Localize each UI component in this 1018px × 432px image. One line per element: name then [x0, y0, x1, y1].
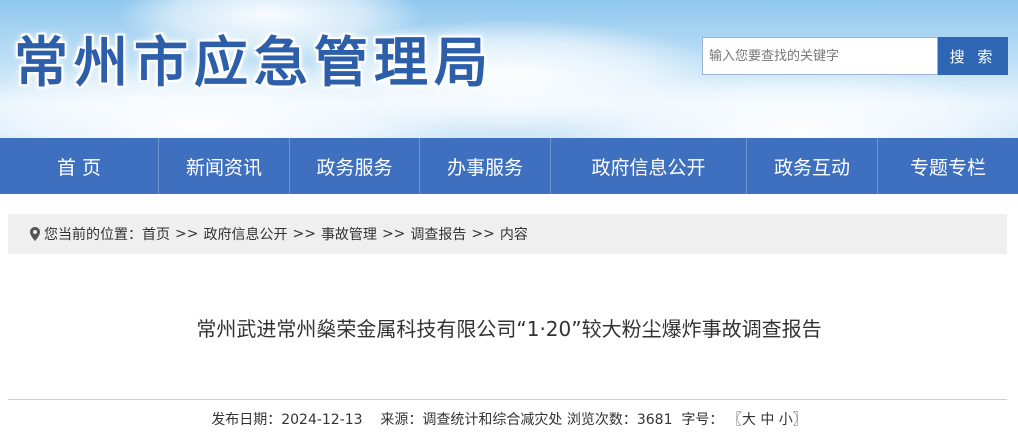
views-count: 3681 — [636, 412, 673, 428]
header-banner: 常州市应急管理局 搜 索 — [0, 0, 1018, 138]
font-size-bracket-close: 〗 — [792, 412, 807, 428]
divider — [8, 399, 1007, 400]
breadcrumb-separator: >> — [471, 226, 495, 242]
breadcrumb-item-investigation-reports[interactable]: 调查报告 — [410, 224, 466, 244]
breadcrumb: 您当前的位置： 首页 >> 政府信息公开 >> 事故管理 >> 调查报告 >> … — [8, 214, 1007, 254]
publish-date-label: 发布日期： — [211, 412, 282, 428]
source-label: 来源： — [380, 412, 423, 428]
nav-item-home[interactable]: 首 页 — [0, 138, 159, 194]
font-size-label: 字号： — [681, 412, 724, 428]
breadcrumb-separator: >> — [292, 226, 316, 242]
main-nav: 首 页 新闻资讯 政务服务 办事服务 政府信息公开 政务互动 专题专栏 — [0, 138, 1018, 194]
search-input[interactable] — [702, 37, 938, 75]
article-meta: 发布日期：2024-12-13 来源：调查统计和综合减灾处 浏览次数：3681 … — [0, 409, 1018, 429]
nav-item-special-topics[interactable]: 专题专栏 — [878, 138, 1018, 194]
site-title: 常州市应急管理局 — [14, 30, 494, 94]
source-value: 调查统计和综合减灾处 — [422, 412, 563, 428]
search-button[interactable]: 搜 索 — [938, 37, 1008, 75]
breadcrumb-item-home[interactable]: 首页 — [142, 224, 170, 244]
breadcrumb-prefix: 您当前的位置： — [44, 227, 142, 243]
font-size-medium-button[interactable]: 中 — [760, 412, 774, 428]
breadcrumb-separator: >> — [381, 226, 406, 242]
breadcrumb-item-content: 内容 — [499, 227, 528, 243]
location-pin-icon — [30, 227, 40, 241]
nav-item-news[interactable]: 新闻资讯 — [159, 138, 290, 194]
nav-item-handling-services[interactable]: 办事服务 — [420, 138, 551, 194]
publish-date: 2024-12-13 — [281, 412, 363, 428]
nav-item-interaction[interactable]: 政务互动 — [747, 138, 878, 194]
nav-item-information-disclosure[interactable]: 政府信息公开 — [551, 138, 747, 194]
breadcrumb-item-information-disclosure[interactable]: 政府信息公开 — [203, 224, 287, 244]
breadcrumb-item-accident-management[interactable]: 事故管理 — [321, 224, 377, 244]
nav-item-government-services[interactable]: 政务服务 — [290, 138, 420, 194]
breadcrumb-separator: >> — [175, 226, 199, 242]
views-label: 浏览次数： — [566, 412, 637, 428]
article-title: 常州武进常州燊荣金属科技有限公司“1·20”较大粉尘爆炸事故调查报告 — [196, 317, 822, 341]
font-size-bracket-open: 〖 — [727, 412, 742, 428]
font-size-large-button[interactable]: 大 — [742, 412, 756, 428]
font-size-small-button[interactable]: 小 — [779, 412, 793, 428]
